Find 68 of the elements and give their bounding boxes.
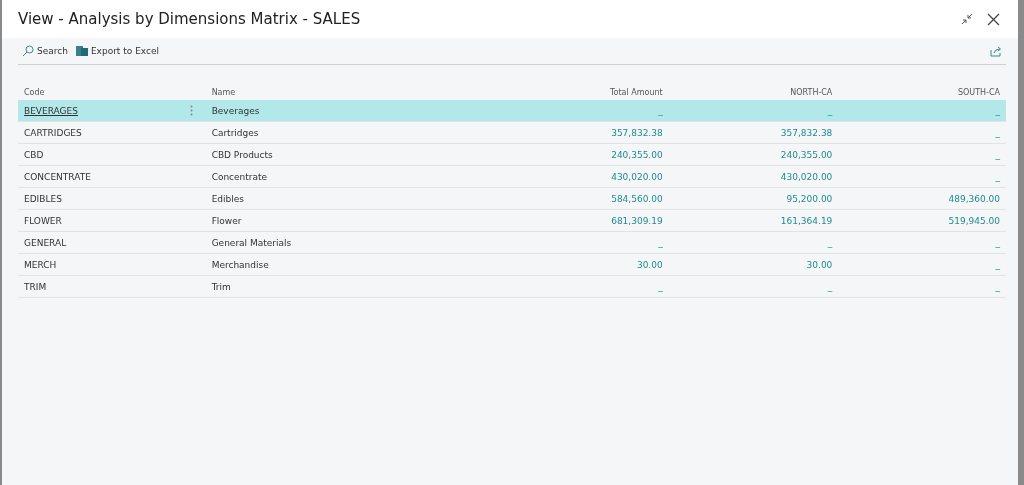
table-cell: Beverages bbox=[211, 105, 260, 116]
table-cell: _ bbox=[658, 237, 663, 248]
table-cell: Edibles bbox=[211, 193, 244, 204]
table-cell: _ bbox=[995, 105, 1000, 116]
table-cell: _ bbox=[827, 281, 833, 292]
table-row[interactable]: CBD CBD Products 240,355.00 240,355.00 _ bbox=[18, 144, 1006, 166]
table-cell: Trim bbox=[211, 281, 231, 292]
table-cell: 357,832.38 bbox=[611, 127, 663, 138]
table-cell: CBD bbox=[24, 149, 44, 160]
table-cell: 430,020.00 bbox=[780, 171, 833, 182]
search-button[interactable]: Search bbox=[18, 45, 72, 57]
share-icon[interactable] bbox=[990, 45, 1002, 57]
search-icon bbox=[22, 45, 34, 57]
column-header: SOUTH-CA bbox=[956, 87, 1001, 97]
table-cell: _ bbox=[827, 237, 833, 248]
table-cell: 240,355.00 bbox=[611, 149, 663, 160]
table-row[interactable]: MERCH Merchandise 30.00 30.00 _ bbox=[18, 254, 1006, 276]
table-cell: 30.00 bbox=[806, 259, 833, 270]
table-row[interactable]: CONCENTRATE Concentrate 430,020.00 430,020.00 _ bbox=[18, 166, 1006, 188]
table-row[interactable]: BEVERAGES Beverages _ _ _ bbox=[18, 100, 1006, 122]
table-cell: _ bbox=[995, 171, 1000, 182]
table-cell: EDIBLES bbox=[24, 193, 62, 204]
table-cell: _ bbox=[995, 281, 1000, 292]
table-cell: 681,309.19 bbox=[611, 215, 663, 226]
column-header: Code bbox=[23, 87, 46, 97]
export-button[interactable]: Export to Excel bbox=[71, 45, 163, 57]
table-cell: Concentrate bbox=[211, 171, 268, 182]
table-cell: _ bbox=[827, 105, 833, 116]
table-cell: _ bbox=[995, 259, 1000, 270]
table-cell: General Materials bbox=[211, 237, 292, 248]
table-cell: FLOWER bbox=[24, 215, 62, 226]
table-cell: _ bbox=[658, 105, 663, 116]
table-cell: _ bbox=[658, 281, 663, 292]
table-cell: 95,200.00 bbox=[786, 193, 833, 204]
table-cell: 489,360.00 bbox=[948, 193, 1000, 204]
more-icon[interactable] bbox=[190, 105, 194, 116]
table-cell: TRIM bbox=[24, 281, 47, 292]
table-row[interactable]: EDIBLES Edibles 584,560.00 95,200.00 489,360.00 bbox=[18, 188, 1006, 210]
window-title: View - Analysis by Dimensions Matrix - SALES bbox=[18, 10, 362, 28]
table-cell: 584,560.00 bbox=[611, 193, 663, 204]
table-cell: CONCENTRATE bbox=[24, 171, 91, 182]
table-cell: Cartridges bbox=[211, 127, 259, 138]
table-cell: 30.00 bbox=[636, 259, 663, 270]
table-cell: _ bbox=[995, 127, 1000, 138]
column-header: Name bbox=[210, 87, 237, 97]
table-row[interactable]: FLOWER Flower 681,309.19 161,364.19 519,945.00 bbox=[18, 210, 1006, 232]
table-cell: 430,020.00 bbox=[611, 171, 663, 182]
table-cell: GENERAL bbox=[24, 237, 67, 248]
table-row[interactable]: TRIM Trim _ _ _ bbox=[18, 276, 1006, 298]
table-row[interactable]: CARTRIDGES Cartridges 357,832.38 357,832.38 _ bbox=[18, 122, 1006, 144]
table-cell: _ bbox=[995, 237, 1000, 248]
column-header: Total Amount bbox=[609, 87, 664, 97]
spreadsheet-icon bbox=[75, 45, 88, 57]
table-cell: 357,832.38 bbox=[780, 127, 833, 138]
collapse-icon[interactable] bbox=[961, 13, 973, 25]
table-row[interactable]: GENERAL General Materials _ _ _ bbox=[18, 232, 1006, 254]
table-cell: 240,355.00 bbox=[780, 149, 833, 160]
table-cell: _ bbox=[995, 149, 1000, 160]
table-cell: CARTRIDGES bbox=[24, 127, 82, 138]
table-cell: 161,364.19 bbox=[780, 215, 833, 226]
table-cell: Flower bbox=[211, 215, 242, 226]
table-cell: BEVERAGES bbox=[24, 105, 78, 116]
column-header: NORTH-CA bbox=[789, 87, 834, 97]
table-cell: CBD Products bbox=[211, 149, 273, 160]
table-cell: Merchandise bbox=[211, 259, 269, 270]
close-icon[interactable] bbox=[987, 12, 1000, 26]
table-cell: 519,945.00 bbox=[948, 215, 1000, 226]
table-cell: MERCH bbox=[24, 259, 57, 270]
